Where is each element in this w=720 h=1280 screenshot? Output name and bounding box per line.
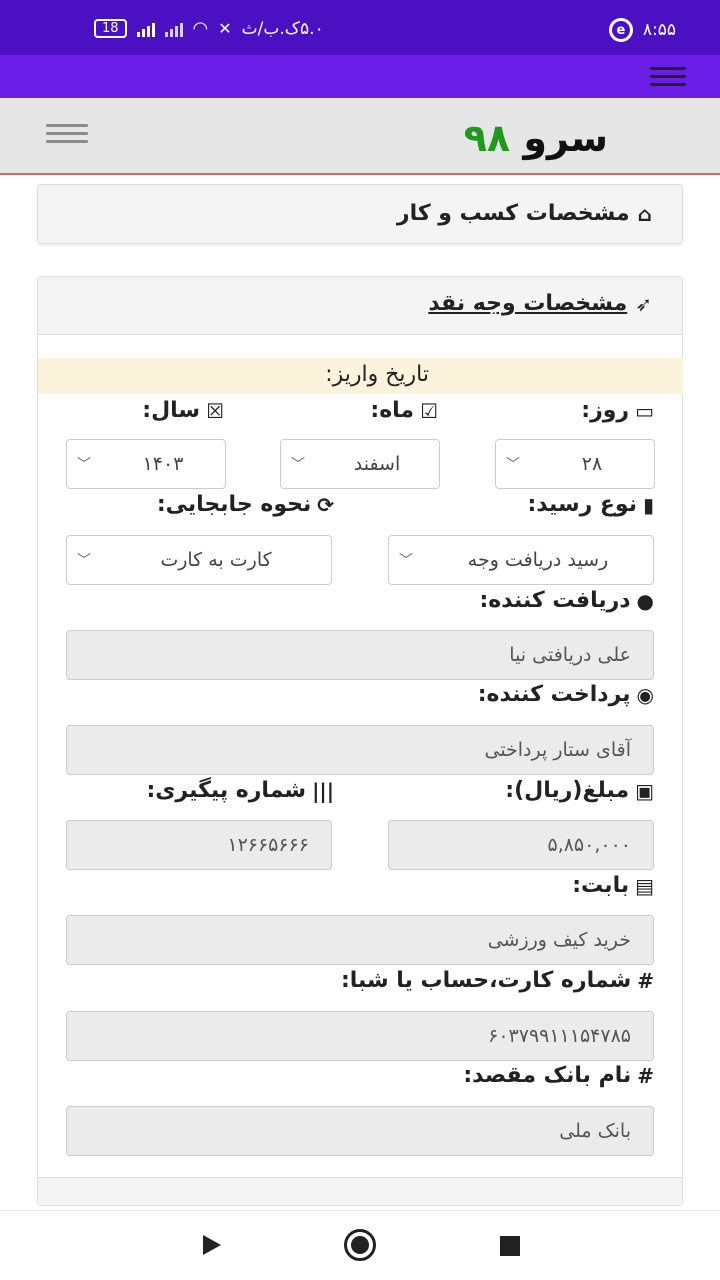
rocket-icon: ➶ xyxy=(635,291,652,316)
menu-icon[interactable] xyxy=(650,67,686,86)
home-button-icon[interactable] xyxy=(344,1229,376,1261)
chevron-down-icon: ﹀ xyxy=(77,553,91,569)
refresh-icon: ⟳ xyxy=(317,492,334,517)
bank-label: # نام بانک مقصد: xyxy=(463,1063,654,1088)
business-section-card[interactable]: ⌂ مشخصات کسب و کار xyxy=(37,184,683,244)
bookmark-icon: ▮ xyxy=(642,492,654,517)
year-label: ☒ سال: xyxy=(142,398,224,423)
calendar-icon: ▭ xyxy=(635,398,654,423)
calendar-check-icon: ☑ xyxy=(420,398,438,423)
amount-field[interactable]: ۵,۸۵۰,۰۰۰ xyxy=(388,820,654,870)
top-nav-bar xyxy=(0,55,720,98)
calendar-times-icon: ☒ xyxy=(206,398,224,423)
day-label: ▭ روز: xyxy=(581,398,654,423)
bank-field[interactable]: بانک ملی xyxy=(66,1106,654,1156)
wifi-icon: ◠ xyxy=(192,18,209,39)
logo-number: ۹۸ xyxy=(463,116,511,160)
transfer-method-value: کارت به کارت xyxy=(160,549,272,571)
battery-indicator: 18 xyxy=(94,19,127,38)
site-logo[interactable]: سرو ۹۸ xyxy=(464,116,608,160)
mute-icon: ✕ xyxy=(218,19,232,38)
payer-field[interactable]: آقای ستار پرداختی xyxy=(66,725,654,775)
receiver-label: ● دریافت کننده: xyxy=(479,588,654,613)
chevron-down-icon: ﹀ xyxy=(399,553,413,569)
account-field[interactable]: ۶۰۳۷۹۹۱۱۱۵۴۷۸۵ xyxy=(66,1011,654,1061)
month-select-value: اسفند xyxy=(353,453,401,475)
money-bill-icon: ▣ xyxy=(635,778,654,803)
day-select[interactable]: ۲۸ ﹀ xyxy=(495,439,655,489)
tracking-label: ||| شماره پیگیری: xyxy=(146,778,334,803)
receiver-field[interactable]: علی دریافتی نیا xyxy=(66,630,654,680)
day-select-value: ۲۸ xyxy=(581,453,603,475)
month-select[interactable]: اسفند ﹀ xyxy=(280,439,440,489)
payer-label: ◉ پرداخت کننده: xyxy=(477,682,654,707)
year-select-value: ۱۴۰۳ xyxy=(142,453,184,475)
recents-button-icon[interactable] xyxy=(500,1236,520,1256)
status-bar: 18 ◠ ✕ ۵.۰ک.ب/ث e ۸:۵۵ xyxy=(0,0,720,55)
network-speed: ۵.۰ک.ب/ث xyxy=(241,18,324,39)
hashtag-icon: # xyxy=(637,1063,654,1088)
transfer-method-label: ⟳ نحوه جابجایی: xyxy=(156,492,334,517)
chevron-down-icon: ﹀ xyxy=(291,457,305,473)
month-label: ☑ ماه: xyxy=(370,398,438,423)
logo-word: سرو xyxy=(523,116,608,160)
user-circle-icon: ◉ xyxy=(636,682,654,707)
card-footer xyxy=(38,1177,682,1205)
purpose-field[interactable]: خرید کیف ورزشی xyxy=(66,915,654,965)
amount-label: ▣ مبلغ(ریال): xyxy=(505,778,654,803)
purpose-label: ▤ بابت: xyxy=(572,873,654,898)
business-section-title: مشخصات کسب و کار xyxy=(396,201,630,226)
transfer-method-select[interactable]: کارت به کارت ﹀ xyxy=(66,535,332,585)
book-icon: ▤ xyxy=(635,873,654,898)
receipt-type-value: رسید دریافت وجه xyxy=(467,549,609,571)
user-icon: ● xyxy=(636,588,654,613)
chevron-down-icon: ﹀ xyxy=(77,457,91,473)
deposit-date-label: تاریخ واریز: xyxy=(325,362,429,387)
hashtag-icon: # xyxy=(637,968,654,993)
receipt-type-label: ▮ نوع رسید: xyxy=(527,492,654,517)
home-icon: ⌂ xyxy=(637,201,652,226)
signal-icon xyxy=(136,21,155,37)
tracking-field[interactable]: ۱۲۶۶۵۶۶۶ xyxy=(66,820,332,870)
chevron-down-icon: ﹀ xyxy=(506,457,520,473)
account-label: # شماره کارت،حساب یا شبا: xyxy=(340,968,654,993)
year-select[interactable]: ۱۴۰۳ ﹀ xyxy=(66,439,226,489)
signal-icon-2 xyxy=(164,21,183,37)
hamburger-menu-icon[interactable] xyxy=(46,124,88,143)
site-header: سرو ۹۸ xyxy=(0,98,720,175)
system-nav-bar xyxy=(0,1210,720,1280)
cash-section-title[interactable]: مشخصات وجه نقد xyxy=(428,291,627,316)
barcode-icon: ||| xyxy=(312,778,334,803)
app-notification-icon: e xyxy=(608,18,633,42)
deposit-date-bar: تاریخ واریز: xyxy=(38,358,683,394)
back-button-icon[interactable] xyxy=(203,1235,221,1255)
clock: ۸:۵۵ xyxy=(642,20,676,40)
receipt-type-select[interactable]: رسید دریافت وجه ﹀ xyxy=(388,535,654,585)
cash-card-header[interactable]: ➶ مشخصات وجه نقد xyxy=(38,277,682,335)
